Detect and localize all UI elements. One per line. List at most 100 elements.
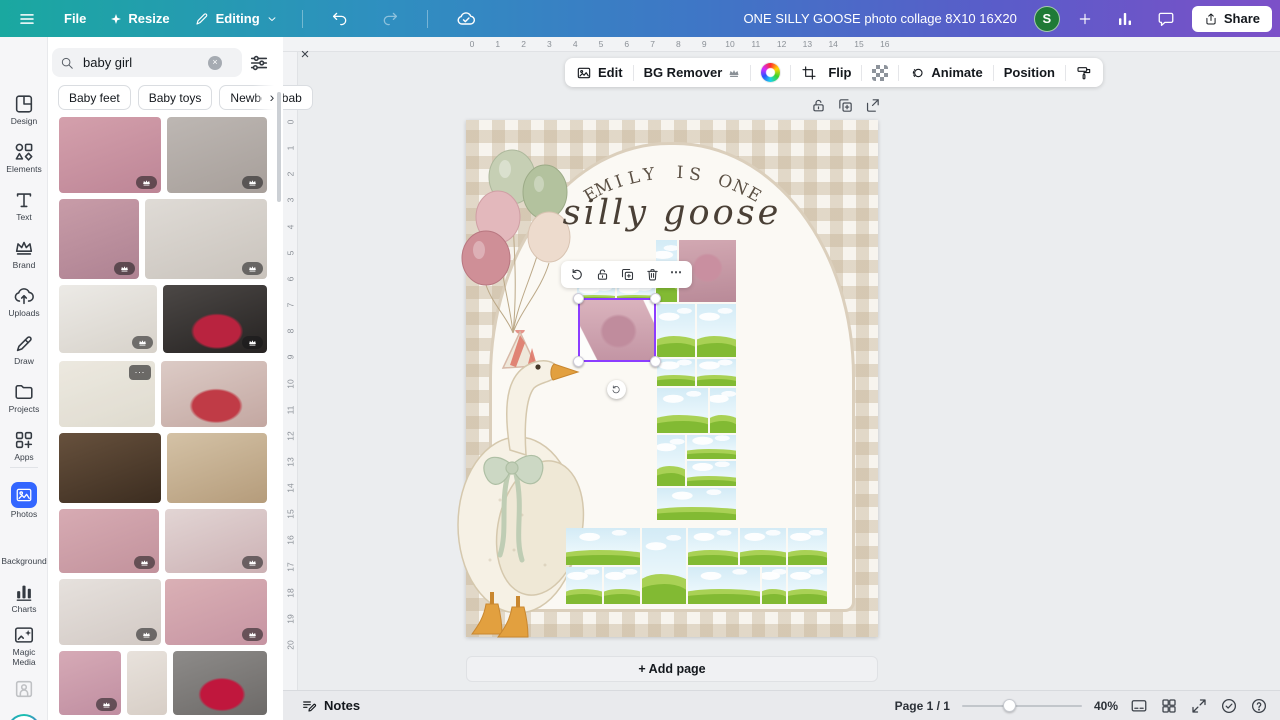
selection-handle[interactable] <box>573 356 584 367</box>
search-input[interactable] <box>81 54 201 71</box>
image-placeholder-tile[interactable] <box>566 528 640 565</box>
add-member-button[interactable] <box>1071 10 1099 28</box>
sidebar-item-uploads[interactable]: Uploads <box>0 277 48 323</box>
position-button[interactable]: Position <box>1003 63 1056 82</box>
grid-view-icon[interactable] <box>1160 697 1178 715</box>
photo-thumbnail[interactable] <box>165 509 267 573</box>
panel-scrollbar[interactable] <box>277 92 281 202</box>
sidebar-item-design[interactable]: Design <box>0 85 48 131</box>
pages-view-icon[interactable] <box>1130 697 1148 715</box>
resize-menu[interactable]: Resize <box>108 7 171 30</box>
image-placeholder-tile[interactable] <box>688 567 760 604</box>
image-placeholder-tile[interactable] <box>566 567 602 604</box>
image-placeholder-tile[interactable] <box>604 567 640 604</box>
sidebar-item-text[interactable]: Text <box>0 181 48 227</box>
editing-mode-menu[interactable]: Editing <box>192 7 280 31</box>
edit-button[interactable]: Edit <box>575 63 624 83</box>
flip-button[interactable]: Flip <box>827 63 852 82</box>
sidebar-item-background[interactable]: Background <box>0 525 48 571</box>
image-placeholder-tile[interactable] <box>657 388 708 433</box>
clear-search-button[interactable]: × <box>208 56 222 70</box>
photo-thumbnail[interactable] <box>161 361 267 427</box>
cloud-save-status[interactable] <box>450 8 482 30</box>
photo-thumbnail[interactable] <box>167 433 267 503</box>
fullscreen-icon[interactable] <box>1190 697 1208 715</box>
crop-button[interactable] <box>800 63 818 83</box>
image-placeholder-tile[interactable] <box>710 388 736 433</box>
zoom-thumb[interactable] <box>1003 699 1016 712</box>
sidebar-item-photos[interactable]: Photos <box>0 477 48 523</box>
zoom-slider[interactable] <box>962 699 1082 713</box>
share-button[interactable]: Share <box>1192 6 1272 32</box>
animate-button[interactable]: Animate <box>908 63 983 83</box>
photo-thumbnail[interactable] <box>173 651 267 715</box>
photo-thumbnail[interactable] <box>127 651 167 715</box>
avatar[interactable]: S <box>1034 6 1060 32</box>
selection-handle[interactable] <box>573 293 584 304</box>
add-page-button[interactable]: + Add page <box>466 656 878 682</box>
photo-thumbnail[interactable] <box>59 285 157 353</box>
duplicate-icon[interactable] <box>620 267 635 282</box>
lock-page-icon[interactable] <box>810 97 827 114</box>
photo-thumbnail[interactable]: ... <box>59 361 155 427</box>
delete-icon[interactable] <box>645 267 660 282</box>
rotate-icon[interactable] <box>570 267 585 282</box>
photo-thumbnail[interactable] <box>145 199 267 279</box>
sidebar-item-apps[interactable]: Apps <box>0 421 48 467</box>
document-title[interactable]: ONE SILLY GOOSE photo collage 8X10 16X20 <box>743 11 1016 26</box>
more-options-icon[interactable]: ⋯ <box>670 265 683 284</box>
photo-thumbnail[interactable] <box>59 199 139 279</box>
image-placeholder-tile[interactable] <box>788 567 827 604</box>
styles-roller-button[interactable] <box>1075 63 1093 83</box>
duplicate-page-icon[interactable] <box>837 97 854 114</box>
image-placeholder-tile[interactable] <box>788 528 827 565</box>
selection-handle[interactable] <box>650 293 661 304</box>
image-placeholder-tile[interactable] <box>740 528 786 565</box>
image-placeholder-tile[interactable] <box>657 359 695 386</box>
photo-thumbnail[interactable] <box>59 509 159 573</box>
insights-button[interactable] <box>1110 9 1140 29</box>
search-chip[interactable]: Baby toys <box>138 85 213 110</box>
saved-status-icon[interactable] <box>1220 697 1238 715</box>
image-placeholder-tile[interactable] <box>697 359 736 386</box>
sidebar-item-brand[interactable]: Brand <box>0 229 48 275</box>
photo-thumbnail[interactable] <box>59 651 121 715</box>
image-placeholder-tile[interactable] <box>687 435 736 459</box>
image-placeholder-tile[interactable] <box>697 304 736 357</box>
photo-thumbnail[interactable] <box>165 579 267 645</box>
image-placeholder-tile[interactable] <box>687 461 736 486</box>
image-placeholder-tile[interactable] <box>657 488 736 520</box>
photo-thumbnail[interactable] <box>59 579 161 645</box>
sidebar-item-projects[interactable]: Projects <box>0 373 48 419</box>
image-placeholder-tile[interactable] <box>657 435 685 486</box>
sidebar-item-draw[interactable]: Draw <box>0 325 48 371</box>
sidebar-item-charts[interactable]: Charts <box>0 573 48 619</box>
image-placeholder-tile[interactable] <box>657 304 695 357</box>
photo-thumbnail[interactable] <box>167 117 267 193</box>
photo-thumbnail[interactable] <box>163 285 267 353</box>
comments-button[interactable] <box>1151 9 1181 29</box>
sidebar-item-magic-media[interactable]: Magic Media <box>0 621 48 667</box>
image-placeholder-tile[interactable] <box>688 528 738 565</box>
rotate-handle[interactable] <box>607 380 626 399</box>
image-placeholder-tile[interactable] <box>762 567 786 604</box>
help-icon[interactable] <box>1250 697 1268 715</box>
image-placeholder-tile[interactable] <box>642 528 686 604</box>
filter-sliders-icon[interactable] <box>248 52 270 74</box>
lock-icon[interactable] <box>595 267 610 282</box>
close-panel-button[interactable]: × <box>296 45 314 63</box>
transparency-button[interactable] <box>871 63 889 83</box>
color-picker-button[interactable] <box>760 61 781 84</box>
redo-button[interactable] <box>375 9 405 29</box>
photo-thumbnail[interactable] <box>59 433 161 503</box>
export-page-icon[interactable] <box>864 97 881 114</box>
file-menu[interactable]: File <box>62 7 88 30</box>
notes-button[interactable]: Notes <box>295 697 366 715</box>
thumbnail-more-button[interactable]: ... <box>129 365 151 380</box>
main-menu-button[interactable] <box>12 9 42 29</box>
sidebar-item-elements[interactable]: Elements <box>0 133 48 179</box>
canva-assistant-button[interactable] <box>7 714 41 720</box>
undo-button[interactable] <box>325 9 355 29</box>
search-chip[interactable]: Baby feet <box>58 85 131 110</box>
photo-thumbnail[interactable] <box>59 117 161 193</box>
